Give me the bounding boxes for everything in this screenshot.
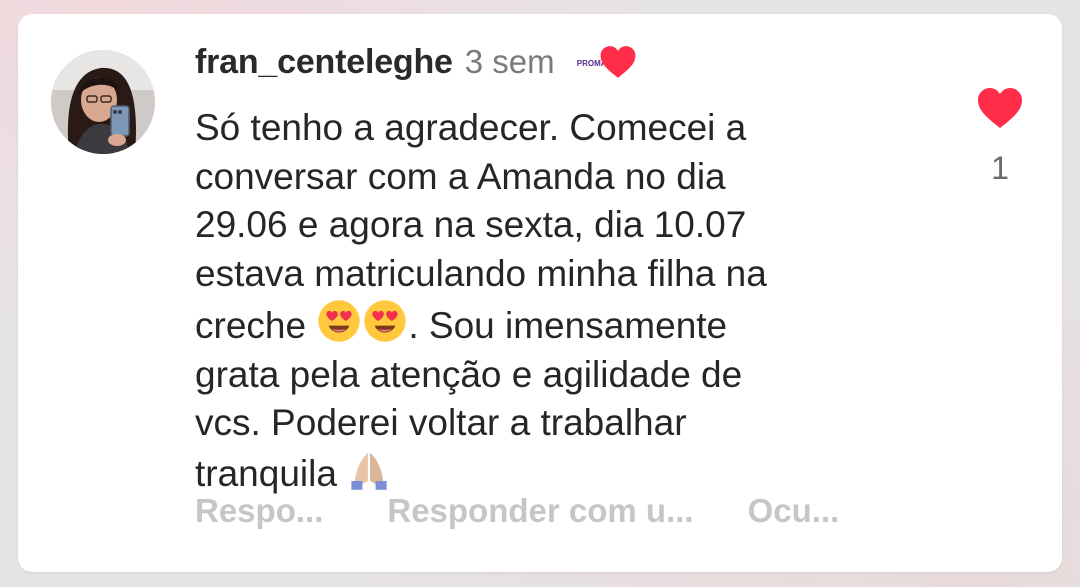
comment-text: Só tenho a agradecer. Comecei a conversa… — [195, 104, 895, 498]
hide-button[interactable]: Ocu... — [748, 492, 840, 530]
username[interactable]: fran_centeleghe — [195, 43, 453, 82]
comment-header: fran_centeleghe 3 sem PROMA — [195, 40, 641, 84]
comment-card: fran_centeleghe 3 sem PROMA Só tenho a a… — [18, 14, 1062, 572]
reply-with-button[interactable]: Responder com u... — [387, 492, 693, 530]
comment-line: grata pela atenção e agilidade de — [195, 353, 743, 395]
comment-line: conversar com a Amanda no dia — [195, 155, 726, 197]
comment-line: 29.06 e agora na sexta, dia 10.07 — [195, 204, 747, 245]
comment-line: tranquila — [195, 452, 337, 494]
comment-line: Só tenho a agradecer. Comecei a — [195, 107, 747, 148]
creator-heart-icon — [600, 46, 636, 78]
liked-by-creator: PROMA — [574, 42, 641, 82]
heart-icon[interactable] — [976, 86, 1024, 130]
comment-actions: Respo... Responder com u... Ocu... — [195, 492, 839, 530]
avatar-image — [51, 50, 155, 154]
comment-line: estava matriculando minha filha na — [195, 252, 767, 294]
comment-line: creche — [195, 305, 307, 346]
like-area: 1 — [970, 86, 1030, 187]
heart-eyes-emoji — [318, 300, 361, 342]
timestamp: 3 sem — [464, 43, 555, 80]
like-count: 1 — [991, 150, 1009, 186]
avatar[interactable] — [51, 50, 155, 154]
comment-line: . Sou imensamente — [408, 305, 728, 346]
folded-hands-emoji — [351, 451, 387, 490]
heart-eyes-emoji — [364, 300, 407, 342]
comment-line: vcs. Poderei voltar a trabalhar — [195, 402, 687, 443]
reply-button[interactable]: Respo... — [195, 492, 323, 530]
